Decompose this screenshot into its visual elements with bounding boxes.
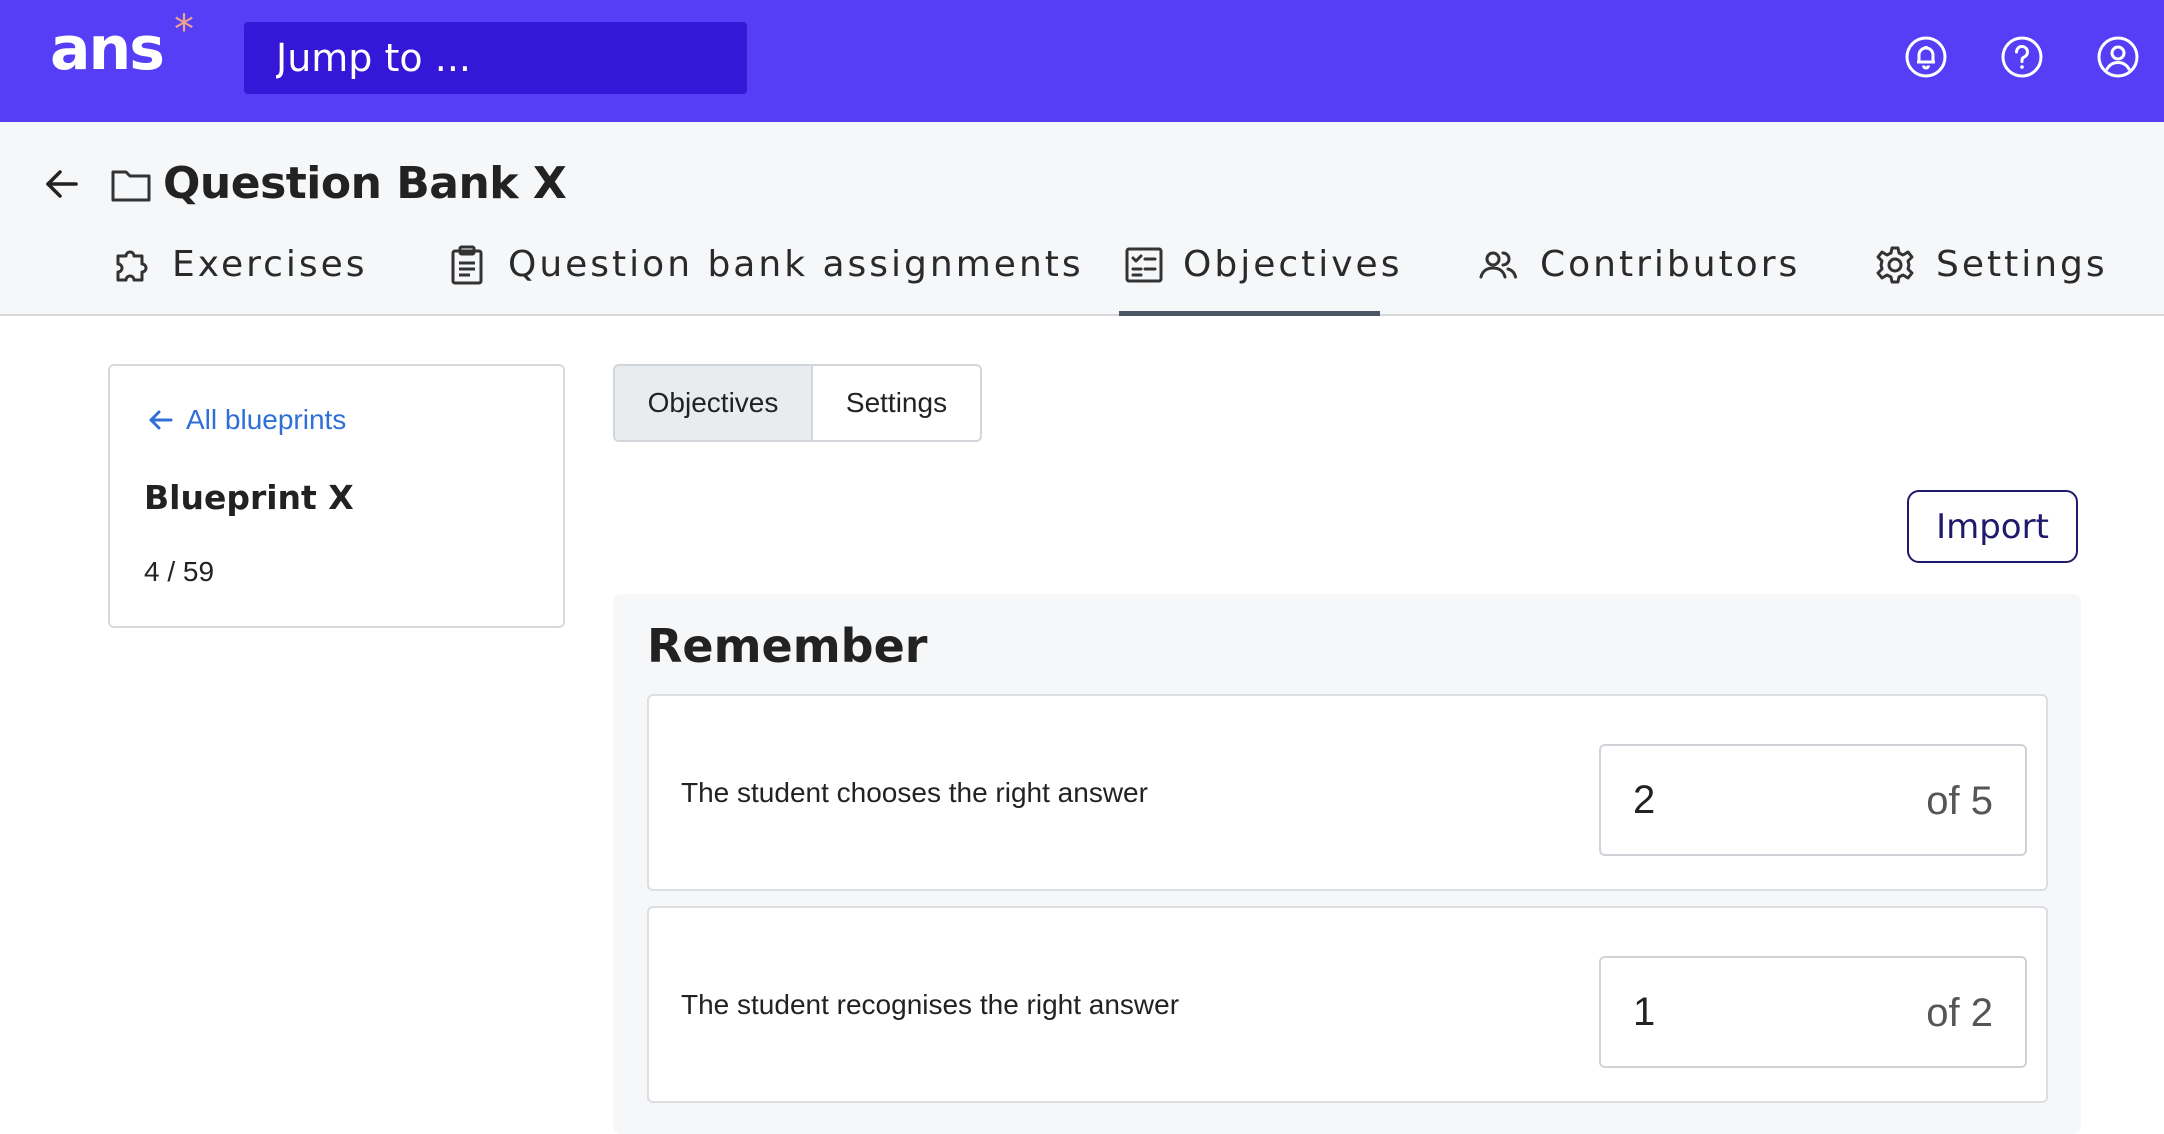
people-icon [1478,244,1520,286]
gear-icon [1874,244,1916,286]
subtab-settings[interactable]: Settings [813,366,980,440]
tab-objectives[interactable]: Objectives [1119,232,1399,316]
tab-label: Objectives [1183,244,1403,285]
tab-settings[interactable]: Settings [1874,232,2105,316]
clipboard-icon [446,244,488,286]
app-logo[interactable]: ans * [50,10,194,84]
objective-count-field: of 2 [1599,956,2027,1068]
objective-count-input[interactable] [1601,958,1901,1066]
checklist-icon [1123,244,1165,286]
help-icon[interactable] [2000,35,2044,79]
objective-count-total: of 5 [1926,779,1993,823]
page-title: Question Bank X [163,158,567,209]
objective-count-total: of 2 [1926,991,1993,1035]
jump-to-search-input[interactable] [244,22,747,94]
all-blueprints-link[interactable]: All blueprints [146,402,346,438]
account-icon[interactable] [2096,35,2140,79]
import-button[interactable]: Import [1907,490,2078,563]
section-title: Remember [647,619,928,673]
logo-asterisk: * [174,7,194,53]
objective-count-input[interactable] [1601,746,1901,854]
blueprint-card: All blueprints Blueprint X 4 / 59 [108,364,565,628]
tab-label: Settings [1936,244,2108,285]
folder-icon [110,166,152,204]
tab-label: Exercises [172,244,368,285]
tab-exercises[interactable]: Exercises [110,232,365,316]
logo-text: ans [50,14,165,84]
objective-count-field: of 5 [1599,744,2027,856]
objective-text: The student chooses the right answer [681,777,1148,808]
tab-label: Contributors [1540,244,1801,285]
arrow-left-icon [149,410,173,430]
objective-text: The student recognises the right answer [681,989,1180,1020]
blueprint-count: 4 / 59 [144,556,215,587]
page-header: Question Bank X Exercises Question bank … [0,122,2164,316]
subtab-switcher: Objectives Settings [613,364,982,442]
objective-section: Remember The student chooses the right a… [613,594,2081,1134]
puzzle-icon [110,244,152,286]
top-navigation-bar: ans * [0,0,2164,122]
tab-label: Question bank assignments [508,244,1084,285]
back-arrow-icon[interactable] [40,162,84,206]
all-blueprints-label: All blueprints [186,404,347,435]
objective-row: The student chooses the right answer of … [647,694,2048,891]
notifications-icon[interactable] [1904,35,1948,79]
main-tabs: Exercises Question bank assignments Obje… [0,232,2164,316]
blueprint-name: Blueprint X [144,478,354,517]
tab-question-bank-assignments[interactable]: Question bank assignments [446,232,1081,316]
tab-contributors[interactable]: Contributors [1478,232,1797,316]
objective-row: The student recognises the right answer … [647,906,2048,1103]
subtab-objectives[interactable]: Objectives [615,366,813,440]
